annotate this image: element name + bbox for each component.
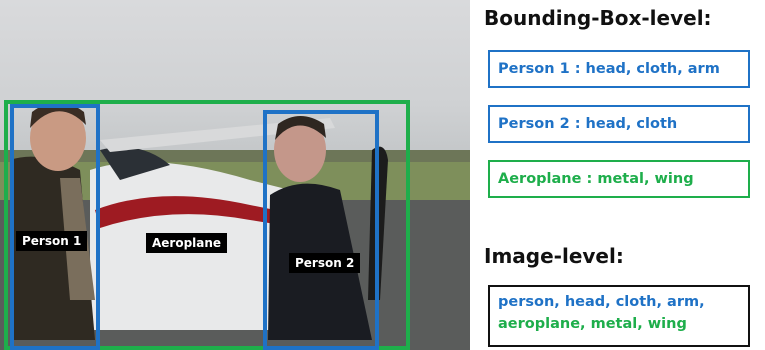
person-2-label: Person 2 — [289, 253, 361, 273]
image-level-heading: Image-level: — [484, 244, 624, 268]
image-level-line-1: person, head, cloth, arm, — [498, 294, 705, 310]
scene-photo: Person 1 Aeroplane Person 2 — [0, 0, 470, 350]
aeroplane-attributes-text: Aeroplane : metal, wing — [498, 171, 694, 187]
image-level-line-2: aeroplane, metal, wing — [498, 316, 687, 332]
bounding-box-level-heading: Bounding-Box-level: — [484, 6, 712, 30]
person-1-bounding-box — [10, 104, 100, 350]
aeroplane-label: Aeroplane — [146, 233, 228, 253]
person-2-attributes: Person 2 : head, cloth — [488, 105, 750, 143]
person-1-label: Person 1 — [16, 231, 88, 251]
person-2-attributes-text: Person 2 : head, cloth — [498, 116, 678, 132]
image-level-attributes: person, head, cloth, arm, aeroplane, met… — [488, 285, 750, 347]
person-1-attributes-text: Person 1 : head, cloth, arm — [498, 61, 720, 77]
person-2-bounding-box — [263, 110, 379, 350]
aeroplane-attributes: Aeroplane : metal, wing — [488, 160, 750, 198]
person-1-attributes: Person 1 : head, cloth, arm — [488, 50, 750, 88]
